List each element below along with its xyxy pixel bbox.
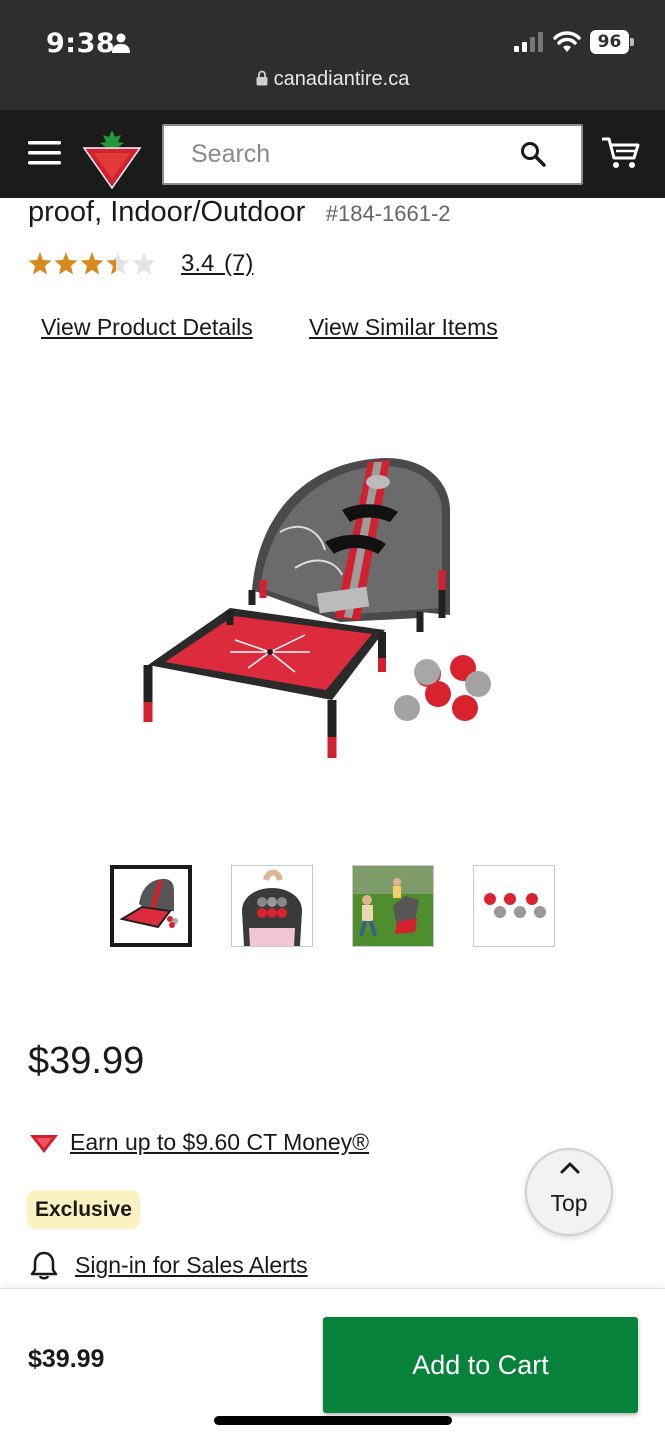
- signal-icon: [514, 32, 543, 52]
- product-image[interactable]: [120, 440, 530, 770]
- person-icon: [112, 33, 130, 53]
- ct-triangle-icon: [30, 1135, 58, 1153]
- product-title: proof, Indoor/Outdoor: [28, 196, 306, 228]
- thumbnail-4[interactable]: [473, 865, 555, 947]
- view-product-details-link[interactable]: View Product Details: [41, 314, 253, 341]
- canadian-tire-logo[interactable]: [82, 126, 142, 192]
- reviews-link[interactable]: 3.4 (7): [181, 250, 253, 278]
- star-icon: [54, 252, 78, 275]
- battery-level: 96: [590, 30, 629, 54]
- exclusive-badge: Exclusive: [27, 1190, 140, 1229]
- star-icon: [132, 252, 154, 275]
- star-icon: [80, 252, 104, 275]
- search-input[interactable]: [164, 126, 504, 183]
- product-sku: #184-1661-2: [325, 201, 451, 226]
- thumbnail-image: [474, 866, 554, 946]
- thumbnail-image: [353, 866, 433, 946]
- thumbnail-2[interactable]: [231, 865, 313, 947]
- url-text: canadiantire.ca: [273, 68, 410, 90]
- star-rating: [28, 252, 154, 275]
- search-icon[interactable]: [520, 141, 546, 167]
- chevron-up-icon: [560, 1162, 580, 1174]
- sales-alerts-link[interactable]: Sign-in for Sales Alerts: [75, 1252, 308, 1279]
- scroll-top-button[interactable]: Top: [525, 1148, 613, 1236]
- add-to-cart-button[interactable]: Add to Cart: [323, 1317, 638, 1413]
- battery-icon: 96: [590, 30, 634, 54]
- star-icon: [28, 252, 52, 275]
- menu-icon[interactable]: [28, 140, 61, 166]
- sticky-price: $39.99: [28, 1345, 105, 1373]
- product-title-line: proof, Indoor/Outdoor #184-1661-2: [28, 196, 451, 229]
- status-time: 9:38: [46, 28, 116, 59]
- url-bar[interactable]: canadiantire.ca: [0, 68, 665, 102]
- lock-icon: [256, 70, 268, 86]
- thumbnail-image: [232, 866, 312, 946]
- status-bar: 9:38 96 canadiantire.ca: [0, 0, 665, 110]
- search-bar: [162, 124, 583, 185]
- thumbnail-image: [114, 869, 188, 943]
- site-header: [0, 110, 665, 198]
- cart-icon[interactable]: [602, 136, 640, 170]
- bell-icon: [30, 1251, 58, 1280]
- thumbnail-1[interactable]: [110, 865, 192, 947]
- product-price: $39.99: [28, 1040, 145, 1082]
- ct-money-link[interactable]: Earn up to $9.60 CT Money®: [70, 1129, 369, 1156]
- scroll-top-label: Top: [550, 1190, 588, 1216]
- home-indicator[interactable]: [214, 1416, 452, 1425]
- wifi-icon: [553, 31, 581, 52]
- view-similar-items-link[interactable]: View Similar Items: [309, 314, 498, 341]
- thumbnail-3[interactable]: [352, 865, 434, 947]
